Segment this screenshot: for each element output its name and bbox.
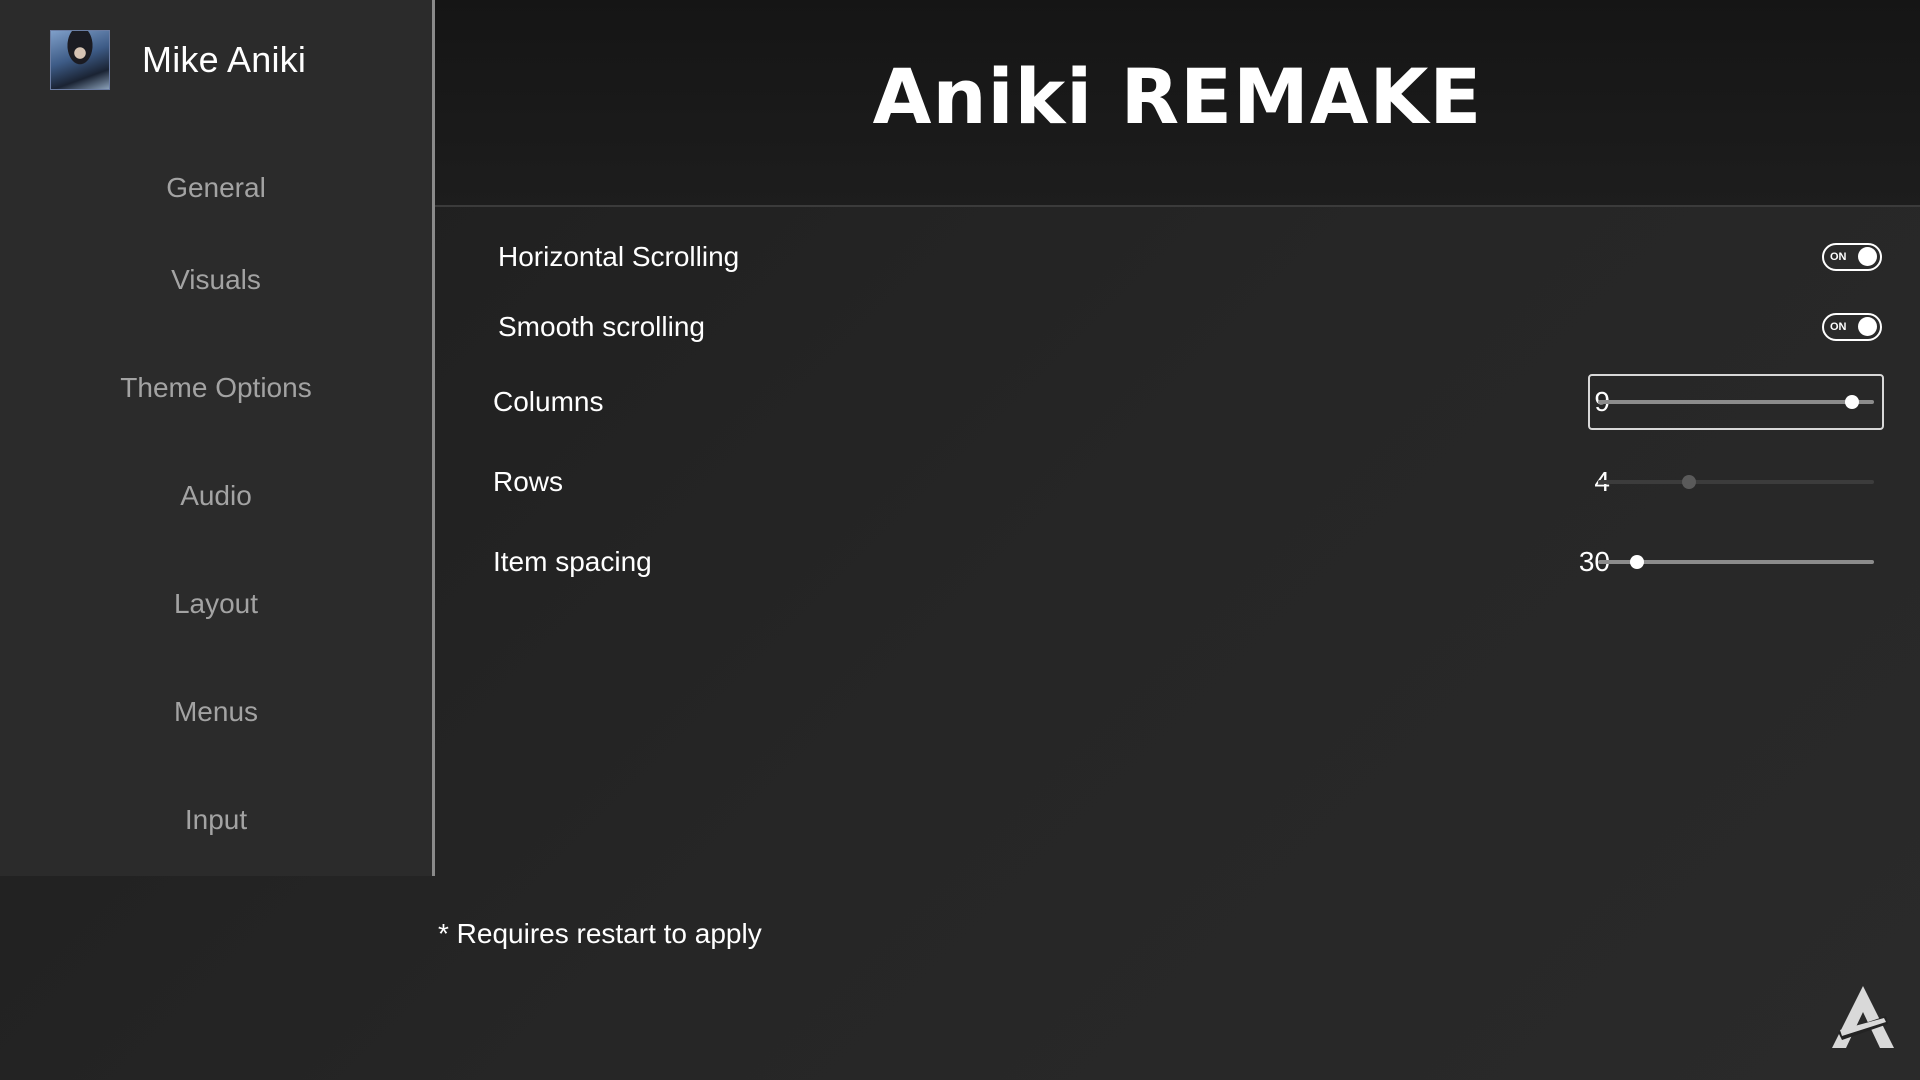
smooth-scrolling-toggle[interactable]: ON: [1822, 313, 1882, 341]
slider-track: [1598, 480, 1874, 484]
toggle-state: ON: [1830, 321, 1847, 333]
sidebar-item-audio[interactable]: Audio: [0, 442, 432, 550]
setting-rows: Rows 4: [435, 452, 1920, 512]
settings-screen: Mike Aniki General Visuals Theme Options…: [0, 0, 1920, 1080]
slider-track: [1598, 400, 1874, 404]
slider-thumb[interactable]: [1844, 395, 1859, 409]
avatar: [50, 30, 110, 90]
setting-smooth-scrolling: Smooth scrolling ON: [435, 297, 1920, 357]
horizontal-scrolling-toggle[interactable]: ON: [1822, 243, 1882, 271]
profile-name: Mike Aniki: [142, 39, 307, 80]
sidebar-item-theme-options[interactable]: Theme Options: [0, 334, 432, 442]
restart-note: * Requires restart to apply: [438, 918, 762, 949]
setting-label: Item spacing: [493, 546, 652, 577]
slider-thumb[interactable]: [1629, 555, 1644, 569]
sidebar-nav: General Visuals Theme Options Audio Layo…: [0, 150, 432, 874]
sidebar-item-layout[interactable]: Layout: [0, 550, 432, 658]
columns-slider[interactable]: [1588, 374, 1884, 430]
sidebar-item-menus[interactable]: Menus: [0, 658, 432, 766]
toggle-knob: [1858, 317, 1877, 336]
setting-label: Smooth scrolling: [498, 311, 705, 342]
rows-slider[interactable]: [1588, 454, 1884, 510]
header: Aniki REMAKE: [435, 0, 1920, 207]
slider-thumb[interactable]: [1682, 475, 1697, 489]
profile[interactable]: Mike Aniki: [50, 30, 306, 90]
toggle-knob: [1858, 247, 1877, 266]
aniki-logo-icon: [1832, 986, 1894, 1048]
sidebar-item-input[interactable]: Input: [0, 766, 432, 874]
sidebar-item-general[interactable]: General: [0, 150, 432, 226]
setting-columns: Columns 9: [435, 372, 1920, 432]
setting-label: Horizontal Scrolling: [498, 241, 740, 272]
toggle-state: ON: [1830, 251, 1847, 263]
setting-item-spacing: Item spacing 30: [435, 532, 1920, 592]
setting-label: Columns: [493, 386, 604, 417]
item-spacing-slider[interactable]: [1588, 534, 1884, 590]
setting-label: Rows: [493, 466, 564, 497]
setting-horizontal-scrolling: Horizontal Scrolling ON: [435, 227, 1920, 287]
app-title: Aniki REMAKE: [872, 52, 1483, 141]
sidebar: Mike Aniki General Visuals Theme Options…: [0, 0, 435, 876]
sidebar-item-visuals[interactable]: Visuals: [0, 226, 432, 334]
